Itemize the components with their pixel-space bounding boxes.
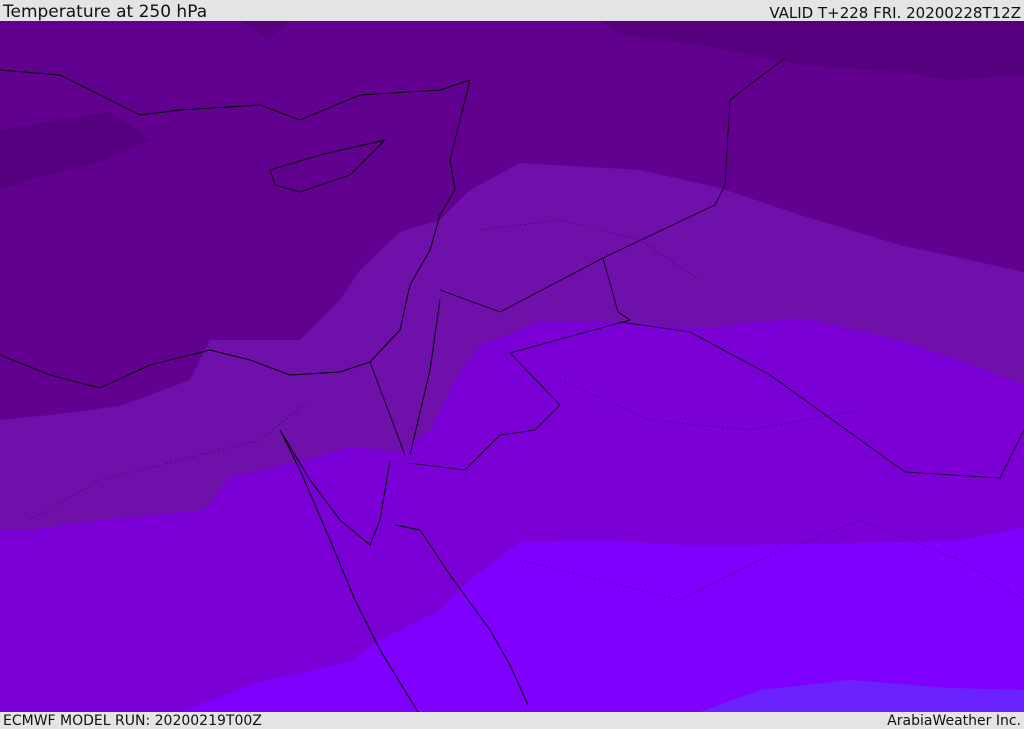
temperature-map [0,21,1024,712]
footer-bar: ECMWF MODEL RUN: 20200219T00Z ArabiaWeat… [0,712,1024,729]
header-bar: Temperature at 250 hPa VALID T+228 FRI. … [0,0,1024,21]
credit: ArabiaWeather Inc. [887,713,1021,729]
model-run: ECMWF MODEL RUN: 20200219T00Z [3,713,262,729]
valid-time: VALID T+228 FRI. 20200228T12Z [769,4,1021,22]
map-title: Temperature at 250 hPa [3,2,208,22]
